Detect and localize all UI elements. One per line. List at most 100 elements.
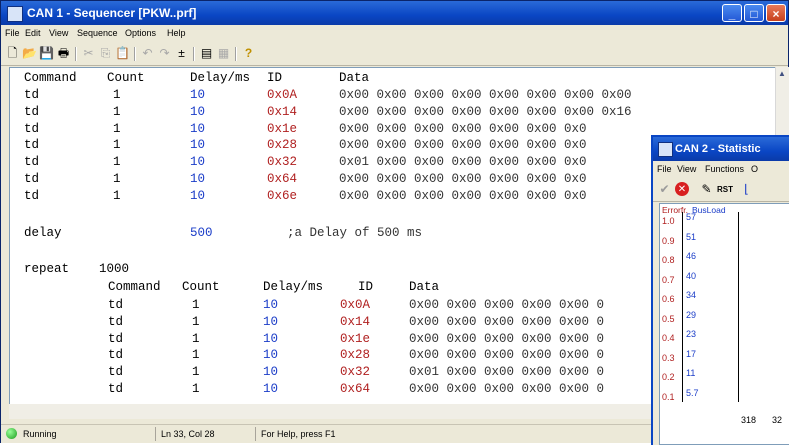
print-icon[interactable]: 🖶 (56, 46, 71, 61)
menu-edit[interactable]: Edit (25, 28, 41, 38)
row-data: 0x00 0x00 0x00 0x00 0x00 0 (409, 331, 605, 346)
toolbar: 🗋 📂 💾 🖶 ✂ ⎘ 📋 ↶ ↷ ± ▤ ▦ ? (1, 43, 788, 66)
scroll-up-icon[interactable]: ▲ (778, 69, 786, 78)
menu-sequence[interactable]: Sequence (77, 28, 118, 38)
row-id: 0x28 (340, 348, 371, 363)
row-command: td (108, 382, 124, 396)
error-tick: 0.4 (662, 333, 675, 343)
copy-icon[interactable]: ⎘ (98, 46, 113, 61)
row-delay: 10 (190, 88, 206, 102)
row-data: 0x00 0x00 0x00 0x00 0x00 0x00 0x0 (339, 138, 587, 153)
sequence-row[interactable]: td 1 10 0x14 0x00 0x00 0x00 0x00 0x00 0x00 0… (10, 105, 770, 119)
row-command: td (24, 155, 40, 170)
menu-functions[interactable]: Functions (705, 164, 744, 174)
cut-icon[interactable]: ✂ (81, 46, 96, 61)
help-icon[interactable]: ? (241, 46, 256, 61)
row-count: 1 (113, 121, 121, 136)
undo-icon[interactable]: ↶ (140, 46, 155, 61)
row-command: td (24, 172, 40, 186)
plot-axis-line (682, 212, 683, 402)
busload-tick: 23 (686, 329, 697, 339)
menu-options[interactable]: O (751, 164, 758, 174)
row-data: 0x01 0x00 0x00 0x00 0x00 0 (409, 365, 605, 380)
statistic-menu-bar: File View Functions O (653, 161, 789, 179)
reset-icon[interactable]: RST (717, 182, 733, 197)
chart-icon[interactable]: ⌊ (739, 182, 754, 197)
menu-options[interactable]: Options (125, 28, 156, 38)
paste-icon[interactable]: 📋 (115, 46, 130, 61)
statistic-title-bar[interactable]: CAN 2 - Statistic (653, 137, 789, 161)
col-id: ID (358, 280, 374, 294)
col-data: Data (409, 280, 440, 294)
status-divider (255, 427, 256, 441)
toolbar-separator (134, 47, 136, 61)
error-tick: 0.2 (662, 372, 675, 382)
row-id: 0x0A (267, 88, 298, 102)
toolbar-separator (75, 47, 77, 61)
error-tick: 0.1 (662, 391, 675, 402)
sequence-row[interactable]: td 1 10 0x1e 0x00 0x00 0x00 0x00 0x00 0x00 0… (10, 122, 770, 136)
app-icon (7, 6, 23, 22)
plot-axis-line (738, 212, 739, 402)
col-delay: Delay/ms (190, 71, 251, 85)
row-count: 1 (192, 348, 200, 363)
row-delay: 10 (263, 298, 279, 312)
row-command: td (108, 348, 124, 363)
row-command: td (24, 121, 40, 136)
row-delay: 10 (190, 188, 206, 203)
row-count: 1 (192, 298, 200, 312)
row-delay: 10 (263, 314, 279, 329)
error-tick: 0.7 (662, 274, 675, 285)
new-file-icon[interactable]: 🗋 (5, 46, 20, 61)
row-data: 0x00 0x00 0x00 0x00 0x00 0 (409, 298, 605, 312)
maximize-button[interactable]: □ (744, 4, 764, 22)
row-delay: 10 (190, 155, 206, 170)
row-data: 0x00 0x00 0x00 0x00 0x00 0x00 0x00 0x00 (339, 88, 632, 102)
row-data: 0x00 0x00 0x00 0x00 0x00 0 (409, 348, 605, 363)
col-count: Count (182, 280, 220, 294)
minimize-button[interactable]: _ (722, 4, 742, 22)
menu-view[interactable]: View (677, 164, 696, 174)
title-bar[interactable]: CAN 1 - Sequencer [PKW..prf] _ □ × (1, 1, 788, 25)
statistic-window-title: CAN 2 - Statistic (675, 143, 761, 155)
menu-file[interactable]: File (657, 164, 672, 174)
row-count: 1 (113, 104, 121, 119)
busload-axis-label: BusLoad (692, 205, 726, 215)
row-delay: 10 (263, 365, 279, 380)
step-icon[interactable]: ± (174, 46, 189, 61)
col-command: Command (24, 71, 77, 85)
row-command: td (108, 314, 124, 329)
grid-icon[interactable]: ▦ (216, 46, 231, 61)
stop-icon[interactable]: ✕ (675, 182, 689, 196)
row-id: 0x0A (340, 298, 371, 312)
repeat-command: repeat (24, 262, 70, 276)
redo-icon[interactable]: ↷ (157, 46, 172, 61)
close-button[interactable]: × (766, 4, 786, 22)
row-delay: 10 (190, 104, 206, 119)
col-data: Data (339, 71, 370, 85)
row-id: 0x1e (267, 121, 298, 136)
toolbar-separator (193, 47, 195, 61)
row-id: 0x14 (267, 104, 298, 119)
open-folder-icon[interactable]: 📂 (22, 46, 37, 61)
check-icon[interactable]: ✔ (657, 182, 672, 197)
properties-icon[interactable]: ▤ (199, 46, 214, 61)
menu-file[interactable]: File (5, 28, 20, 38)
error-tick: 0.8 (662, 255, 675, 265)
menu-view[interactable]: View (49, 28, 68, 38)
row-count: 1 (113, 172, 121, 186)
menu-help[interactable]: Help (167, 28, 186, 38)
save-icon[interactable]: 💾 (39, 46, 54, 61)
sequence-row[interactable]: td 1 10 0x0A 0x00 0x00 0x00 0x00 0x00 0x00 0… (10, 88, 770, 102)
row-command: td (24, 104, 40, 119)
row-id: 0x6e (267, 188, 298, 203)
statistic-window[interactable]: CAN 2 - Statistic File View Functions O … (651, 135, 789, 445)
edit-icon[interactable]: ✎ (699, 182, 714, 197)
row-command: td (108, 331, 124, 346)
busload-tick: 11 (686, 368, 696, 378)
menu-bar: File Edit View Sequence Options Help (1, 25, 788, 43)
statistic-plot: Errorfr. BusLoad 1.0 0.9 0.8 0.7 0.6 0.5 0.4 0.… (659, 203, 789, 445)
row-count: 1 (113, 138, 121, 153)
delay-comment: ;a Delay of 500 ms (287, 226, 423, 240)
row-delay: 10 (263, 382, 279, 396)
